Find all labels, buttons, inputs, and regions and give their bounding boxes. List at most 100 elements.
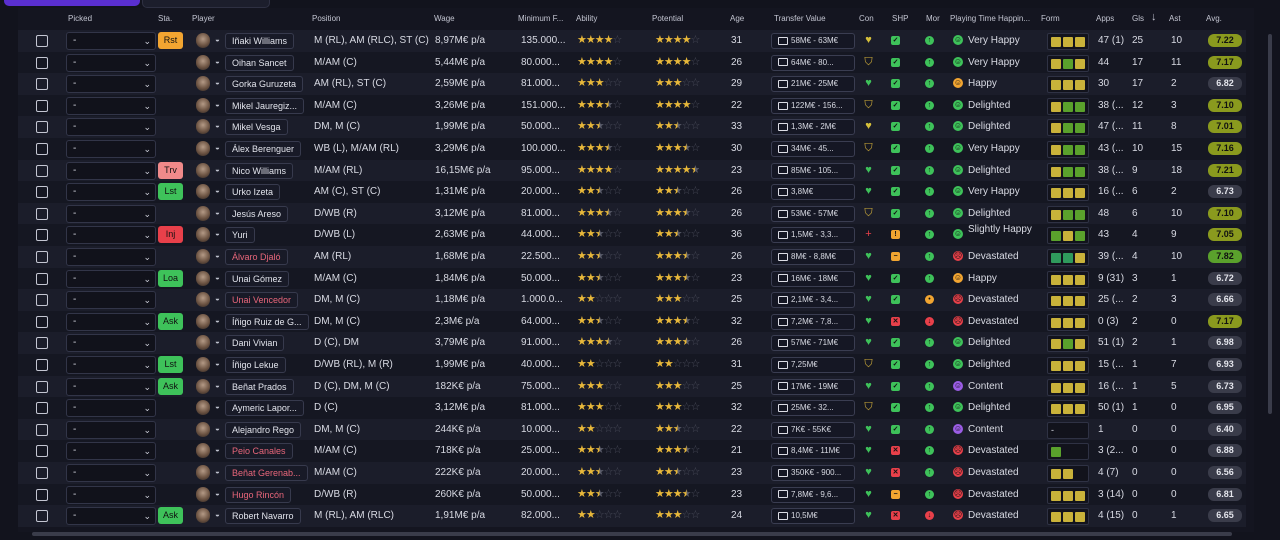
transfer-value[interactable]: 122M€ - 156... xyxy=(771,97,855,114)
table-row[interactable]: - ⌄ ◒ Hugo Rincón D/WB (R) 260K€ p/a 50.000...… xyxy=(18,483,1246,506)
picked-dropdown[interactable]: - ⌄ xyxy=(66,118,156,137)
pick-checkbox[interactable] xyxy=(36,229,48,242)
player-name[interactable]: Alejandro Rego xyxy=(225,421,302,438)
table-row[interactable]: - ⌄ Lst ◒ Urko Izeta AM (C), ST (C) 1,31M€ p/a… xyxy=(18,181,1246,203)
table-row[interactable]: - ⌄ ◒ Aymeric Lapor... D (C) 3,12M€ p/a 81.000… xyxy=(18,397,1246,419)
pick-checkbox[interactable] xyxy=(36,207,48,220)
col-transfer-value[interactable]: Transfer Value xyxy=(774,14,826,23)
table-row[interactable]: - ⌄ ◒ Unai Vencedor DM, M (C) 1,18M€ p/a 1.000… xyxy=(18,289,1246,311)
vertical-scrollbar[interactable] xyxy=(1268,34,1272,414)
col-apps[interactable]: Apps xyxy=(1096,14,1114,23)
table-row[interactable]: - ⌄ Trv ◒ Nico Williams M/AM (RL) 16,15M€ p/a 9… xyxy=(18,159,1246,182)
table-row[interactable]: - ⌄ Inj ◒ Yuri D/WB (L) 2,63M€ p/a 44.000... ★★★… xyxy=(18,224,1246,246)
pick-checkbox[interactable] xyxy=(36,445,48,458)
picked-dropdown[interactable]: - ⌄ xyxy=(66,334,156,353)
transfer-value[interactable]: 21M€ - 25M€ xyxy=(771,76,855,93)
col-ast[interactable]: Ast xyxy=(1169,14,1181,23)
picked-dropdown[interactable]: - ⌄ xyxy=(66,464,156,482)
transfer-value[interactable]: 7,8M€ - 9,6... xyxy=(771,486,855,503)
transfer-value[interactable]: 8M€ - 8,8M€ xyxy=(771,249,855,265)
pick-checkbox[interactable] xyxy=(36,380,48,393)
col-form[interactable]: Form xyxy=(1041,14,1060,23)
table-row[interactable]: - ⌄ ◒ Álvaro Djaló AM (RL) 1,68M€ p/a 22.500..… xyxy=(18,246,1246,268)
table-row[interactable]: - ⌄ Ask ◒ Íñigo Ruiz de G... DM, M (C) 2,3M€ p… xyxy=(18,310,1246,333)
col-gls[interactable]: Gls xyxy=(1132,14,1144,23)
col-potential[interactable]: Potential xyxy=(652,14,683,23)
player-name[interactable]: Mikel Vesga xyxy=(225,119,288,136)
pick-checkbox[interactable] xyxy=(36,251,48,263)
transfer-value[interactable]: 85M€ - 105... xyxy=(771,162,855,179)
picked-dropdown[interactable]: - ⌄ xyxy=(66,32,156,50)
transfer-value[interactable]: 7K€ - 55K€ xyxy=(771,421,855,438)
table-row[interactable]: - ⌄ Ask ◒ Robert Navarro M (RL), AM (RLC) 1,91… xyxy=(18,505,1246,527)
transfer-value[interactable]: 34M€ - 45... xyxy=(771,141,855,157)
picked-dropdown[interactable]: - ⌄ xyxy=(66,377,156,396)
table-row[interactable]: - ⌄ ◒ Mikel Vesga DM, M (C) 1,99M€ p/a 50.000.… xyxy=(18,116,1246,138)
col-shp[interactable]: SHP xyxy=(892,14,908,23)
player-name[interactable]: Urko Izeta xyxy=(225,184,281,201)
player-name[interactable]: Álvaro Djaló xyxy=(225,249,288,265)
transfer-value[interactable]: 1,3M€ - 2M€ xyxy=(771,119,855,136)
picked-dropdown[interactable]: - ⌄ xyxy=(66,140,156,158)
pick-checkbox[interactable] xyxy=(36,35,48,47)
active-view-tab[interactable] xyxy=(4,0,140,6)
table-row[interactable]: - ⌄ ◒ Dani Vivian D (C), DM 3,79M€ p/a 91.000.… xyxy=(18,332,1246,354)
col-ability[interactable]: Ability xyxy=(576,14,597,23)
picked-dropdown[interactable]: - ⌄ xyxy=(66,312,156,331)
pick-checkbox[interactable] xyxy=(36,423,48,436)
player-name[interactable]: Nico Williams xyxy=(225,162,293,179)
picked-dropdown[interactable]: - ⌄ xyxy=(66,183,156,202)
status-badge[interactable]: Rst xyxy=(158,32,183,49)
pick-checkbox[interactable] xyxy=(36,143,48,155)
player-name[interactable]: Íñigo Lekue xyxy=(225,357,286,373)
pick-checkbox[interactable] xyxy=(36,56,48,69)
pick-checkbox[interactable] xyxy=(36,467,48,479)
transfer-value[interactable]: 53M€ - 57M€ xyxy=(771,205,855,222)
player-name[interactable]: Beñat Prados xyxy=(225,378,294,395)
table-row[interactable]: - ⌄ Rst ◒ Iñaki Williams M (RL), AM (RLC), ST… xyxy=(18,30,1246,52)
pick-checkbox[interactable] xyxy=(36,164,48,177)
player-name[interactable]: Iñaki Williams xyxy=(225,33,295,49)
pick-checkbox[interactable] xyxy=(36,78,48,91)
status-badge[interactable]: Inj xyxy=(158,226,183,244)
col-min-fee[interactable]: Minimum F... xyxy=(518,14,563,23)
transfer-value[interactable]: 7,25M€ xyxy=(771,357,855,373)
col-con[interactable]: Con xyxy=(859,14,874,23)
pick-checkbox[interactable] xyxy=(36,121,48,134)
picked-dropdown[interactable]: - ⌄ xyxy=(66,507,156,526)
horizontal-scrollbar[interactable] xyxy=(32,532,1232,536)
table-row[interactable]: - ⌄ ◒ Gorka Guruzeta AM (RL), ST (C) 2,59M€ p… xyxy=(18,73,1246,95)
picked-dropdown[interactable]: - ⌄ xyxy=(66,96,156,115)
picked-dropdown[interactable]: - ⌄ xyxy=(66,485,156,504)
pick-checkbox[interactable] xyxy=(36,488,48,501)
table-row[interactable]: - ⌄ Loa ◒ Unai Gómez M/AM (C) 1,84M€ p/a 50.000… xyxy=(18,267,1246,290)
transfer-value[interactable]: 2,1M€ - 3,4... xyxy=(771,292,855,309)
status-badge[interactable]: Ask xyxy=(158,312,183,330)
status-badge[interactable]: Lst xyxy=(158,356,183,373)
picked-dropdown[interactable]: - ⌄ xyxy=(66,248,156,266)
transfer-value[interactable]: 58M€ - 63M€ xyxy=(771,33,855,49)
transfer-value[interactable]: 350K€ - 900... xyxy=(771,465,855,481)
picked-dropdown[interactable]: - ⌄ xyxy=(66,204,156,223)
col-position[interactable]: Position xyxy=(312,14,340,23)
player-name[interactable]: Yuri xyxy=(225,227,255,244)
player-name[interactable]: Aymeric Lapor... xyxy=(225,400,304,417)
player-name[interactable]: Unai Gómez xyxy=(225,270,290,287)
transfer-value[interactable]: 64M€ - 80... xyxy=(771,54,855,71)
pick-checkbox[interactable] xyxy=(36,359,48,371)
player-name[interactable]: Álex Berenguer xyxy=(225,141,302,157)
player-name[interactable]: Oihan Sancet xyxy=(225,54,294,71)
status-badge[interactable]: Ask xyxy=(158,507,183,525)
picked-dropdown[interactable]: - ⌄ xyxy=(66,226,156,245)
picked-dropdown[interactable]: - ⌄ xyxy=(66,442,156,461)
col-mor[interactable]: Mor xyxy=(926,14,940,23)
picked-dropdown[interactable]: - ⌄ xyxy=(66,161,156,180)
table-row[interactable]: - ⌄ ◒ Peio Canales M/AM (C) 718K€ p/a 25.000..… xyxy=(18,440,1246,462)
table-row[interactable]: - ⌄ Ask ◒ Beñat Prados D (C), DM, M (C) 182K€ … xyxy=(18,375,1246,398)
transfer-value[interactable]: 7,2M€ - 7,8... xyxy=(771,313,855,330)
sort-desc-icon[interactable]: ↓ xyxy=(1151,11,1157,23)
picked-dropdown[interactable]: - ⌄ xyxy=(66,53,156,72)
status-badge[interactable]: Lst xyxy=(158,183,183,201)
pick-checkbox[interactable] xyxy=(36,294,48,307)
player-name[interactable]: Gorka Guruzeta xyxy=(225,76,304,93)
